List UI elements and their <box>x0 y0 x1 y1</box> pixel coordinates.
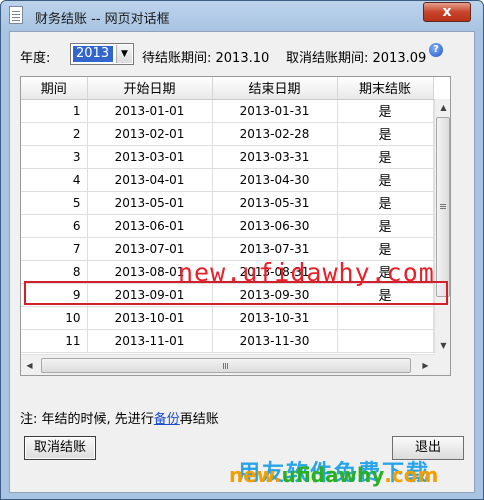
end-date-cell: 2013-04-30 <box>212 168 338 192</box>
grip-icon <box>223 363 224 369</box>
start-date-cell: 2013-11-01 <box>87 329 213 353</box>
note-prefix: 注: 年结的时候, 先进行 <box>20 412 154 427</box>
start-date-cell: 2013-03-01 <box>87 145 213 169</box>
help-icon[interactable]: ? <box>429 43 443 57</box>
backup-link[interactable]: 备份 <box>154 412 180 427</box>
period-cell: 8 <box>21 260 88 284</box>
period-cell: 9 <box>21 283 88 307</box>
end-date-cell: 2013-01-31 <box>212 99 338 123</box>
column-header-period[interactable]: 期间 <box>21 77 88 100</box>
chevron-down-icon[interactable]: ▼ <box>116 45 132 63</box>
title-bar[interactable]: 财务结账 -- 网页对话框 x <box>1 1 483 31</box>
exit-button[interactable]: 退出 <box>392 436 464 460</box>
closed-cell: 是 <box>337 191 434 215</box>
start-date-cell: 2013-08-01 <box>87 260 213 284</box>
period-cell: 4 <box>21 168 88 192</box>
period-table: 期间 开始日期 结束日期 期末结账 1 2013-01-01 2013-01-31 是… <box>20 76 451 376</box>
start-date-cell: 2013-01-01 <box>87 99 213 123</box>
window-title: 财务结账 -- 网页对话框 <box>35 12 170 27</box>
dialog-content: 年度: 2013 ▼ 待结账期间: 2013.10 取消结账期间: 2013.0… <box>9 31 475 493</box>
grip-icon <box>440 204 446 205</box>
column-header-end-date[interactable]: 结束日期 <box>212 77 338 100</box>
cancel-close-button[interactable]: 取消结账 <box>24 436 96 460</box>
table-row[interactable]: 7 2013-07-01 2013-07-31 是 <box>21 237 434 261</box>
period-cell: 10 <box>21 306 88 330</box>
period-cell: 1 <box>21 99 88 123</box>
period-cell: 6 <box>21 214 88 238</box>
closed-cell <box>337 306 434 330</box>
start-date-cell: 2013-07-01 <box>87 237 213 261</box>
table-row[interactable]: 3 2013-03-01 2013-03-31 是 <box>21 145 434 169</box>
period-cell: 7 <box>21 237 88 261</box>
table-row[interactable]: 9 2013-09-01 2013-09-30 是 <box>21 283 434 307</box>
table-row[interactable]: 5 2013-05-01 2013-05-31 是 <box>21 191 434 215</box>
period-cell: 2 <box>21 122 88 146</box>
start-date-cell: 2013-04-01 <box>87 168 213 192</box>
closed-cell: 是 <box>337 237 434 261</box>
start-date-cell: 2013-05-01 <box>87 191 213 215</box>
end-date-cell: 2013-09-30 <box>212 283 338 307</box>
scrollbar-corner <box>434 354 450 375</box>
period-cell: 11 <box>21 329 88 353</box>
column-header-closed[interactable]: 期末结账 <box>337 77 434 100</box>
scroll-left-arrow-icon[interactable]: ◀ <box>21 357 38 374</box>
horizontal-scroll-thumb[interactable] <box>41 358 411 373</box>
end-date-cell: 2013-06-30 <box>212 214 338 238</box>
end-date-cell: 2013-07-31 <box>212 237 338 261</box>
year-selected-value: 2013 <box>73 46 113 62</box>
closed-cell: 是 <box>337 214 434 238</box>
end-date-cell: 2013-08-31 <box>212 260 338 284</box>
table-row[interactable]: 10 2013-10-01 2013-10-31 <box>21 306 434 330</box>
start-date-cell: 2013-10-01 <box>87 306 213 330</box>
closed-cell: 是 <box>337 145 434 169</box>
end-date-cell: 2013-03-31 <box>212 145 338 169</box>
cancel-period-text: 取消结账期间: 2013.09 <box>286 51 427 66</box>
table-row[interactable]: 4 2013-04-01 2013-04-30 是 <box>21 168 434 192</box>
year-dropdown[interactable]: 2013 ▼ <box>70 43 134 65</box>
dialog-window: 财务结账 -- 网页对话框 x 年度: 2013 ▼ 待结账期间: 2013.1… <box>0 0 484 500</box>
start-date-cell: 2013-06-01 <box>87 214 213 238</box>
closed-cell: 是 <box>337 260 434 284</box>
vertical-scrollbar[interactable]: ▲ ▼ <box>434 99 450 354</box>
table-row[interactable]: 11 2013-11-01 2013-11-30 <box>21 329 434 353</box>
period-cell: 3 <box>21 145 88 169</box>
table-row[interactable]: 8 2013-08-01 2013-08-31 是 <box>21 260 434 284</box>
note-suffix: 再结账 <box>179 412 219 427</box>
pending-period-text: 待结账期间: 2013.10 <box>142 51 270 66</box>
start-date-cell: 2013-02-01 <box>87 122 213 146</box>
column-header-start-date[interactable]: 开始日期 <box>87 77 213 100</box>
closed-cell: 是 <box>337 283 434 307</box>
vertical-scroll-thumb[interactable] <box>436 117 450 297</box>
document-icon <box>9 6 23 24</box>
note-text: 注: 年结的时候, 先进行备份再结账 <box>20 408 219 427</box>
end-date-cell: 2013-05-31 <box>212 191 338 215</box>
closed-cell: 是 <box>337 122 434 146</box>
start-date-cell: 2013-09-01 <box>87 283 213 307</box>
horizontal-scrollbar[interactable]: ◀ ▶ <box>21 354 434 375</box>
table-row[interactable]: 2 2013-02-01 2013-02-28 是 <box>21 122 434 146</box>
close-button[interactable]: x <box>423 2 471 22</box>
closed-cell: 是 <box>337 99 434 123</box>
year-label: 年度: <box>20 51 51 66</box>
closed-cell: 是 <box>337 168 434 192</box>
table-row[interactable]: 6 2013-06-01 2013-06-30 是 <box>21 214 434 238</box>
scroll-right-arrow-icon[interactable]: ▶ <box>417 357 434 374</box>
scroll-up-arrow-icon[interactable]: ▲ <box>435 99 450 116</box>
scroll-down-arrow-icon[interactable]: ▼ <box>435 337 450 354</box>
end-date-cell: 2013-02-28 <box>212 122 338 146</box>
period-cell: 5 <box>21 191 88 215</box>
end-date-cell: 2013-11-30 <box>212 329 338 353</box>
table-header-row: 期间 开始日期 结束日期 期末结账 <box>21 77 434 100</box>
table-row[interactable]: 1 2013-01-01 2013-01-31 是 <box>21 99 434 123</box>
end-date-cell: 2013-10-31 <box>212 306 338 330</box>
closed-cell <box>337 329 434 353</box>
